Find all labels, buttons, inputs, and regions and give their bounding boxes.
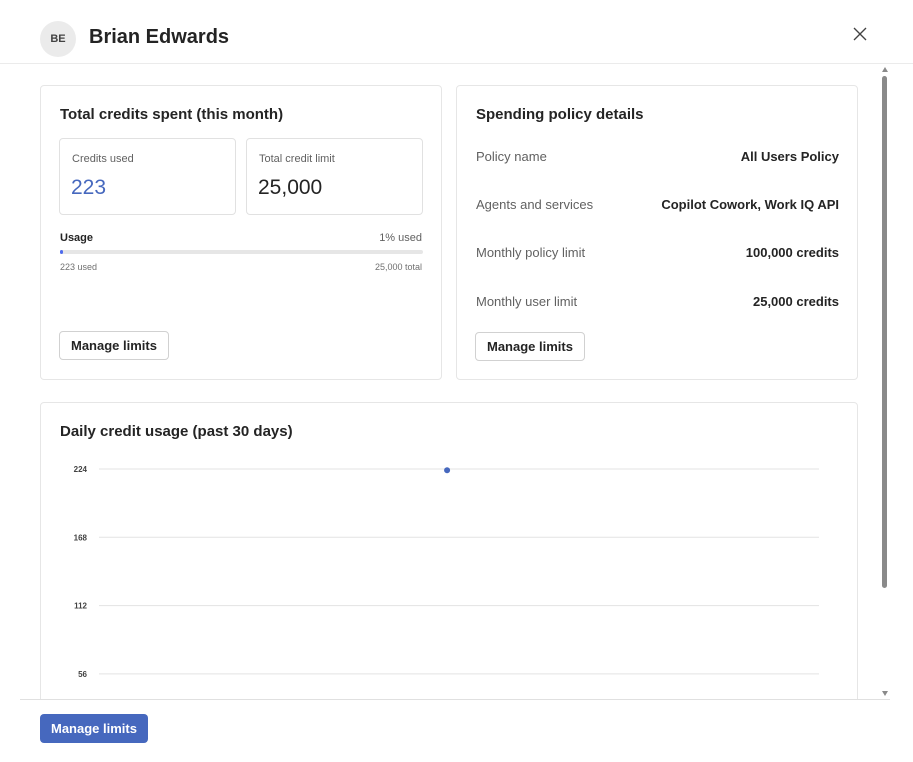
credit-limit-box: Total credit limit 25,000 — [246, 138, 423, 215]
policy-card: Spending policy details Policy name All … — [456, 85, 858, 380]
usage-progress-fill — [60, 250, 64, 254]
chart-y-tick-label: 224 — [74, 465, 88, 474]
policy-row-label: Monthly policy limit — [476, 245, 586, 260]
scrollbar-thumb[interactable] — [882, 76, 887, 588]
credits-card: Total credits spent (this month) Credits… — [40, 85, 442, 380]
credit-limit-label: Total credit limit — [259, 153, 335, 165]
policy-row-value: All Users Policy — [740, 149, 839, 164]
usage-used-text: 223 used — [60, 262, 98, 272]
chart-y-tick-label: 112 — [74, 602, 87, 611]
panel-content: Total credits spent (this month) Credits… — [20, 64, 878, 699]
credits-used-box: Credits used 223 — [59, 138, 236, 215]
close-button[interactable] — [848, 22, 872, 46]
policy-row-value: 25,000 credits — [752, 294, 839, 309]
policy-row-label: Agents and services — [476, 197, 594, 212]
footer-divider — [20, 699, 890, 700]
manage-limits-button-policy[interactable]: Manage limits — [475, 332, 585, 361]
scroll-up-arrow-icon[interactable] — [882, 67, 888, 72]
policy-card-title: Spending policy details — [476, 106, 644, 123]
chart-y-tick-label: 56 — [78, 670, 87, 679]
usage-percent: 1% used — [379, 232, 422, 244]
close-icon — [853, 27, 867, 41]
policy-row-value: 100,000 credits — [745, 245, 839, 260]
manage-limits-button-credits[interactable]: Manage limits — [59, 331, 169, 360]
chart-y-tick-label: 168 — [74, 533, 88, 542]
usage-label: Usage — [60, 232, 94, 244]
user-name: Brian Edwards — [89, 26, 230, 48]
policy-row-label: Policy name — [476, 149, 547, 164]
avatar: BE — [40, 21, 76, 57]
scroll-down-arrow-icon[interactable] — [882, 691, 888, 696]
credit-limit-value: 25,000 — [258, 176, 323, 199]
usage-progress-bar — [60, 250, 423, 254]
credits-card-title: Total credits spent (this month) — [60, 106, 284, 123]
daily-usage-chart-card: Daily credit usage (past 30 days) 224 168… — [40, 402, 858, 699]
policy-row-label: Monthly user limit — [476, 294, 578, 309]
credits-used-value: 223 — [71, 176, 107, 199]
credits-used-label: Credits used — [72, 153, 134, 165]
daily-usage-chart: 224 168 112 56 — [74, 465, 819, 679]
usage-total-text: 25,000 total — [374, 262, 422, 272]
chart-data-point[interactable] — [444, 467, 451, 474]
scrollbar[interactable] — [878, 64, 892, 699]
manage-limits-primary-button[interactable]: Manage limits — [40, 714, 148, 743]
policy-row-value: Copilot Cowork, Work IQ API — [661, 197, 839, 212]
panel-header: BE Brian Edwards — [0, 0, 913, 64]
